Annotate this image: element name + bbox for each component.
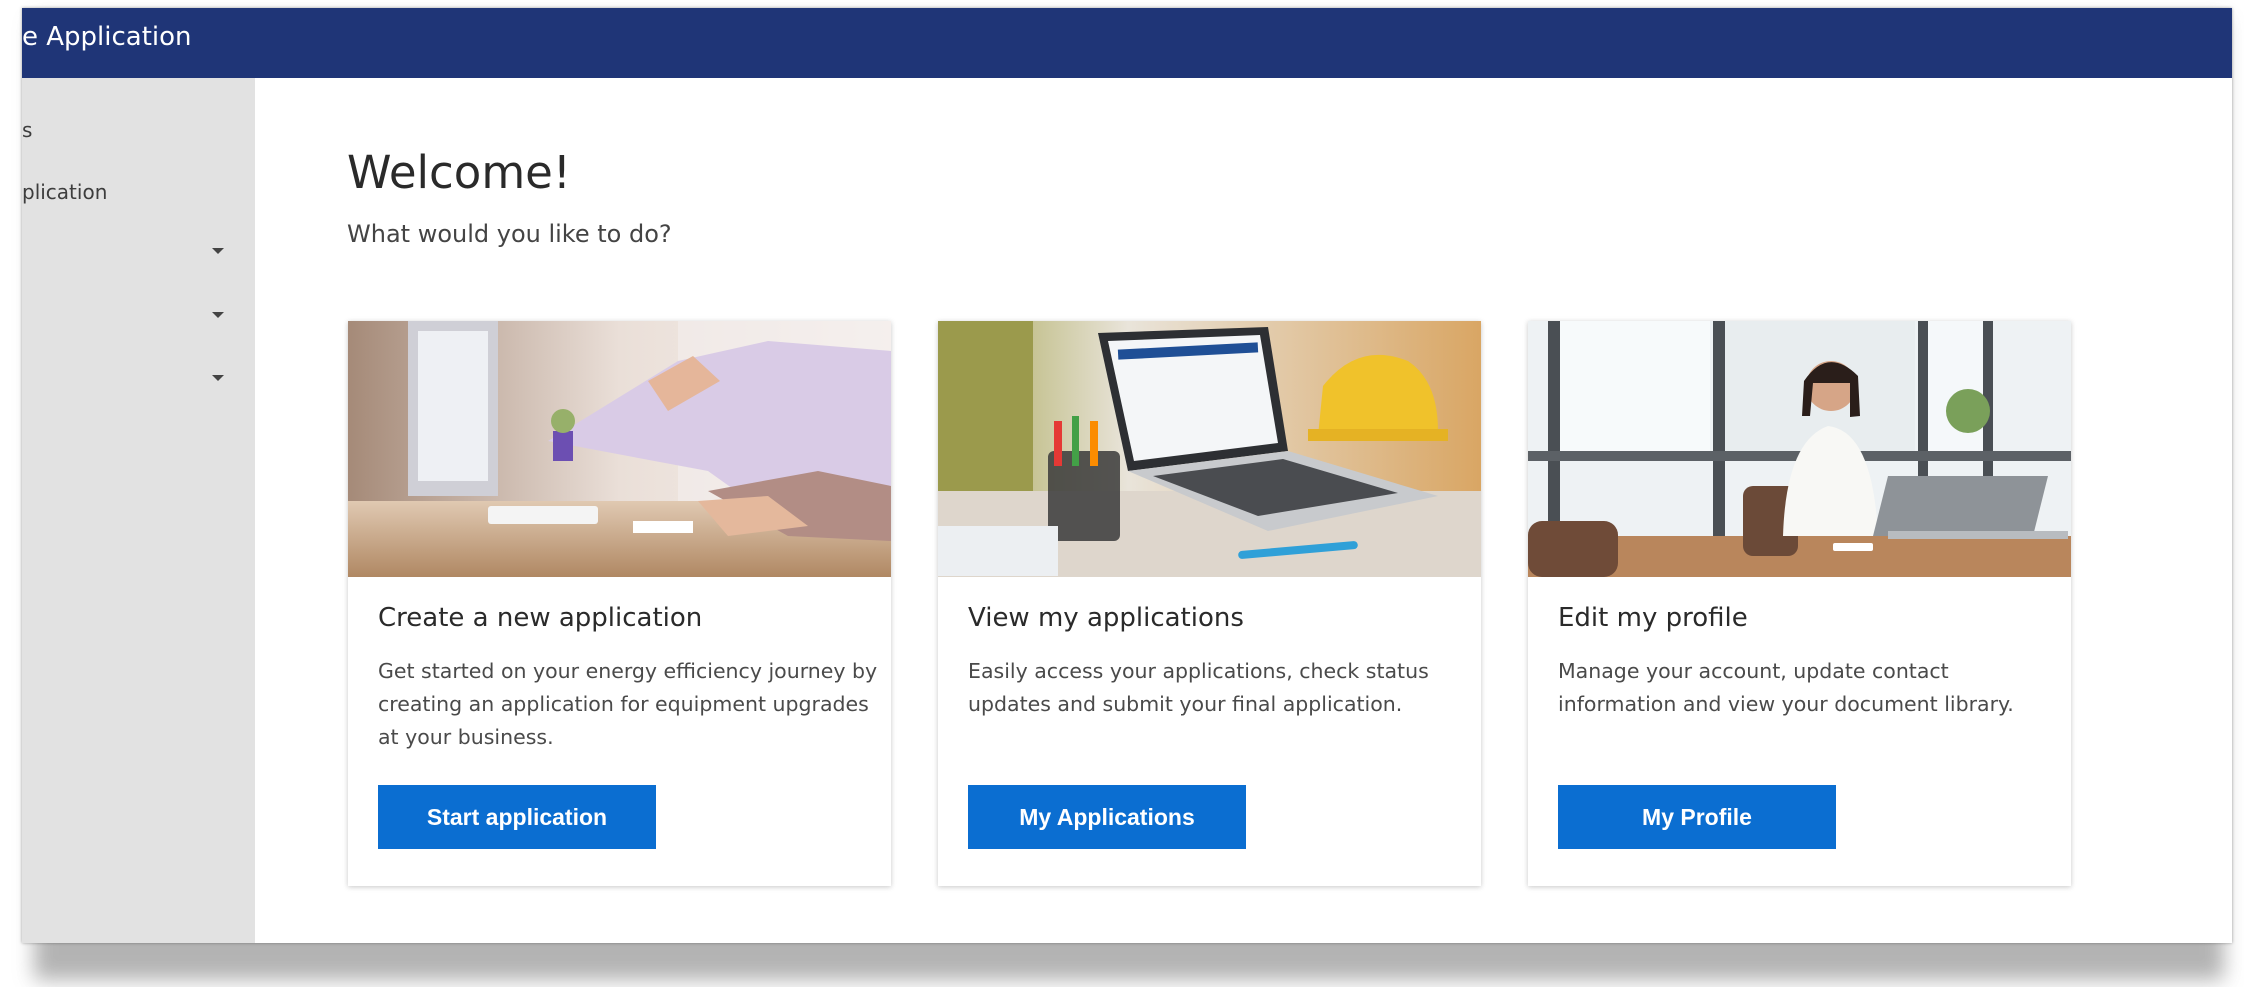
- caret-down-icon: [212, 312, 224, 318]
- card-create-application: Create a new application Get started on …: [348, 321, 891, 886]
- card-description: Get started on your energy efficiency jo…: [378, 659, 878, 749]
- my-profile-button[interactable]: My Profile: [1558, 785, 1836, 849]
- page-title: Welcome!: [347, 146, 571, 199]
- page-subtitle: What would you like to do?: [347, 220, 672, 248]
- card-image-profile-woman: [1528, 321, 2071, 577]
- card-title: Edit my profile: [1558, 603, 1748, 633]
- app-title: e Application: [22, 22, 192, 52]
- card-image-laptop-desk: [938, 321, 1481, 577]
- sidebar: s plication: [22, 78, 255, 943]
- start-application-button[interactable]: Start application: [378, 785, 656, 849]
- card-image-office-meeting: [348, 321, 891, 577]
- card-edit-profile: Edit my profile Manage your account, upd…: [1528, 321, 2071, 886]
- screenshot-stage: e Application s plication Welcome! What …: [0, 0, 2244, 987]
- sidebar-dropdown-1[interactable]: [22, 228, 255, 272]
- caret-down-icon: [212, 375, 224, 381]
- caret-down-icon: [212, 248, 224, 254]
- card-view-applications: View my applications Easily access your …: [938, 321, 1481, 886]
- card-description: Manage your account, update contact info…: [1558, 659, 2014, 716]
- sidebar-dropdown-2[interactable]: [22, 292, 255, 336]
- my-applications-button[interactable]: My Applications: [968, 785, 1246, 849]
- app-window: e Application s plication Welcome! What …: [22, 8, 2232, 943]
- office-meeting-photo: [348, 321, 891, 577]
- card-title: Create a new application: [378, 603, 703, 633]
- sidebar-item-application[interactable]: plication: [22, 180, 107, 204]
- card-title: View my applications: [968, 603, 1244, 633]
- laptop-desk-photo: [938, 321, 1481, 577]
- card-description: Easily access your applications, check s…: [968, 659, 1429, 716]
- profile-woman-photo: [1528, 321, 2071, 577]
- sidebar-dropdown-3[interactable]: [22, 355, 255, 399]
- sidebar-item-1[interactable]: s: [22, 118, 32, 142]
- main-content: Welcome! What would you like to do? Crea…: [255, 78, 2232, 943]
- top-bar: e Application: [22, 8, 2232, 78]
